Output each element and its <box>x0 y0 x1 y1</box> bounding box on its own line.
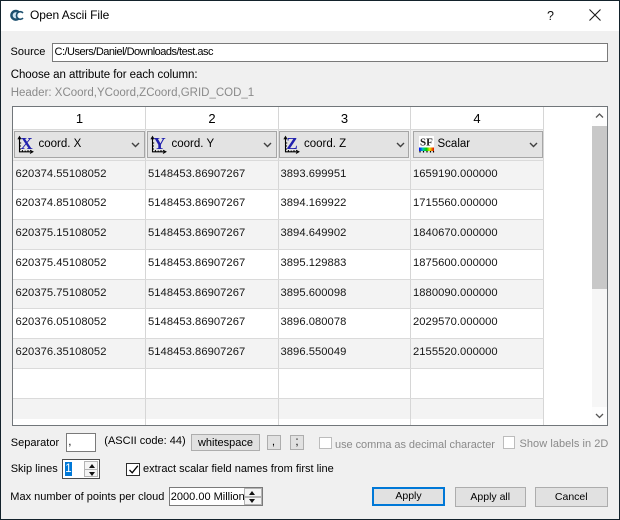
svg-text:Y: Y <box>153 135 165 153</box>
svg-text:Z: Z <box>286 135 297 153</box>
svg-text:X: X <box>20 135 33 153</box>
svg-text:SF: SF <box>420 137 433 149</box>
